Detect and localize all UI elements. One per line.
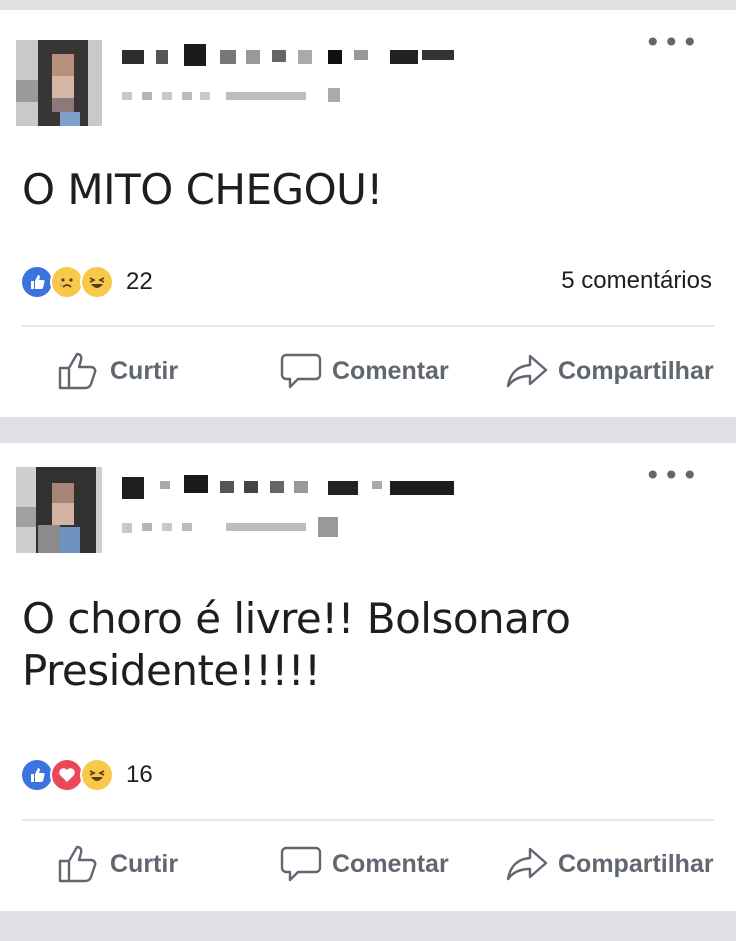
post-text-line: Presidente!!!!! (22, 646, 321, 695)
like-button[interactable]: Curtir (58, 352, 178, 390)
share-button[interactable]: Compartilhar (506, 352, 714, 390)
comment-bubble-icon (280, 846, 322, 882)
reaction-count: 16 (126, 761, 153, 788)
share-button[interactable]: Compartilhar (506, 845, 714, 883)
like-icon (20, 265, 54, 299)
haha-icon (80, 265, 114, 299)
share-label: Compartilhar (558, 356, 714, 385)
post-timestamp[interactable] (122, 517, 342, 539)
post-text: O choro é livre!! Bolsonaro Presidente!!… (22, 593, 716, 697)
comment-label: Comentar (332, 356, 449, 385)
reactions-summary[interactable]: 22 (20, 265, 153, 299)
like-label: Curtir (110, 849, 179, 878)
post-text-line: O choro é livre!! Bolsonaro (22, 594, 571, 643)
haha-icon (80, 758, 114, 792)
divider (22, 325, 714, 327)
like-icon (20, 758, 54, 792)
thumbs-up-icon (58, 845, 97, 883)
reactions-summary[interactable]: 16 (20, 758, 153, 792)
post-text: O MITO CHEGOU! (22, 165, 383, 214)
share-arrow-icon (506, 354, 548, 388)
comment-button[interactable]: Comentar (280, 845, 449, 883)
sad-icon (50, 265, 84, 299)
more-options-icon[interactable]: ••• (644, 462, 700, 490)
author-name[interactable] (122, 44, 462, 66)
avatar[interactable] (16, 40, 102, 126)
like-button[interactable]: Curtir (58, 845, 178, 883)
more-options-icon[interactable]: ••• (644, 29, 700, 57)
divider (22, 819, 714, 821)
post-timestamp[interactable] (122, 88, 342, 108)
comment-label: Comentar (332, 849, 449, 878)
post-card: ••• O MITO CHEGOU! 22 5 comentários Curt… (0, 10, 736, 417)
like-label: Curtir (110, 356, 179, 385)
post-card: ••• O choro é livre!! Bolsonaro Presiden… (0, 443, 736, 911)
thumbs-up-icon (58, 352, 97, 390)
share-label: Compartilhar (558, 849, 714, 878)
share-arrow-icon (506, 847, 548, 881)
author-name[interactable] (122, 475, 462, 499)
comment-bubble-icon (280, 353, 322, 389)
reaction-count: 22 (126, 268, 153, 295)
love-icon (50, 758, 84, 792)
comment-button[interactable]: Comentar (280, 352, 449, 390)
comments-count-link[interactable]: 5 comentários (561, 267, 712, 295)
avatar[interactable] (16, 467, 102, 553)
